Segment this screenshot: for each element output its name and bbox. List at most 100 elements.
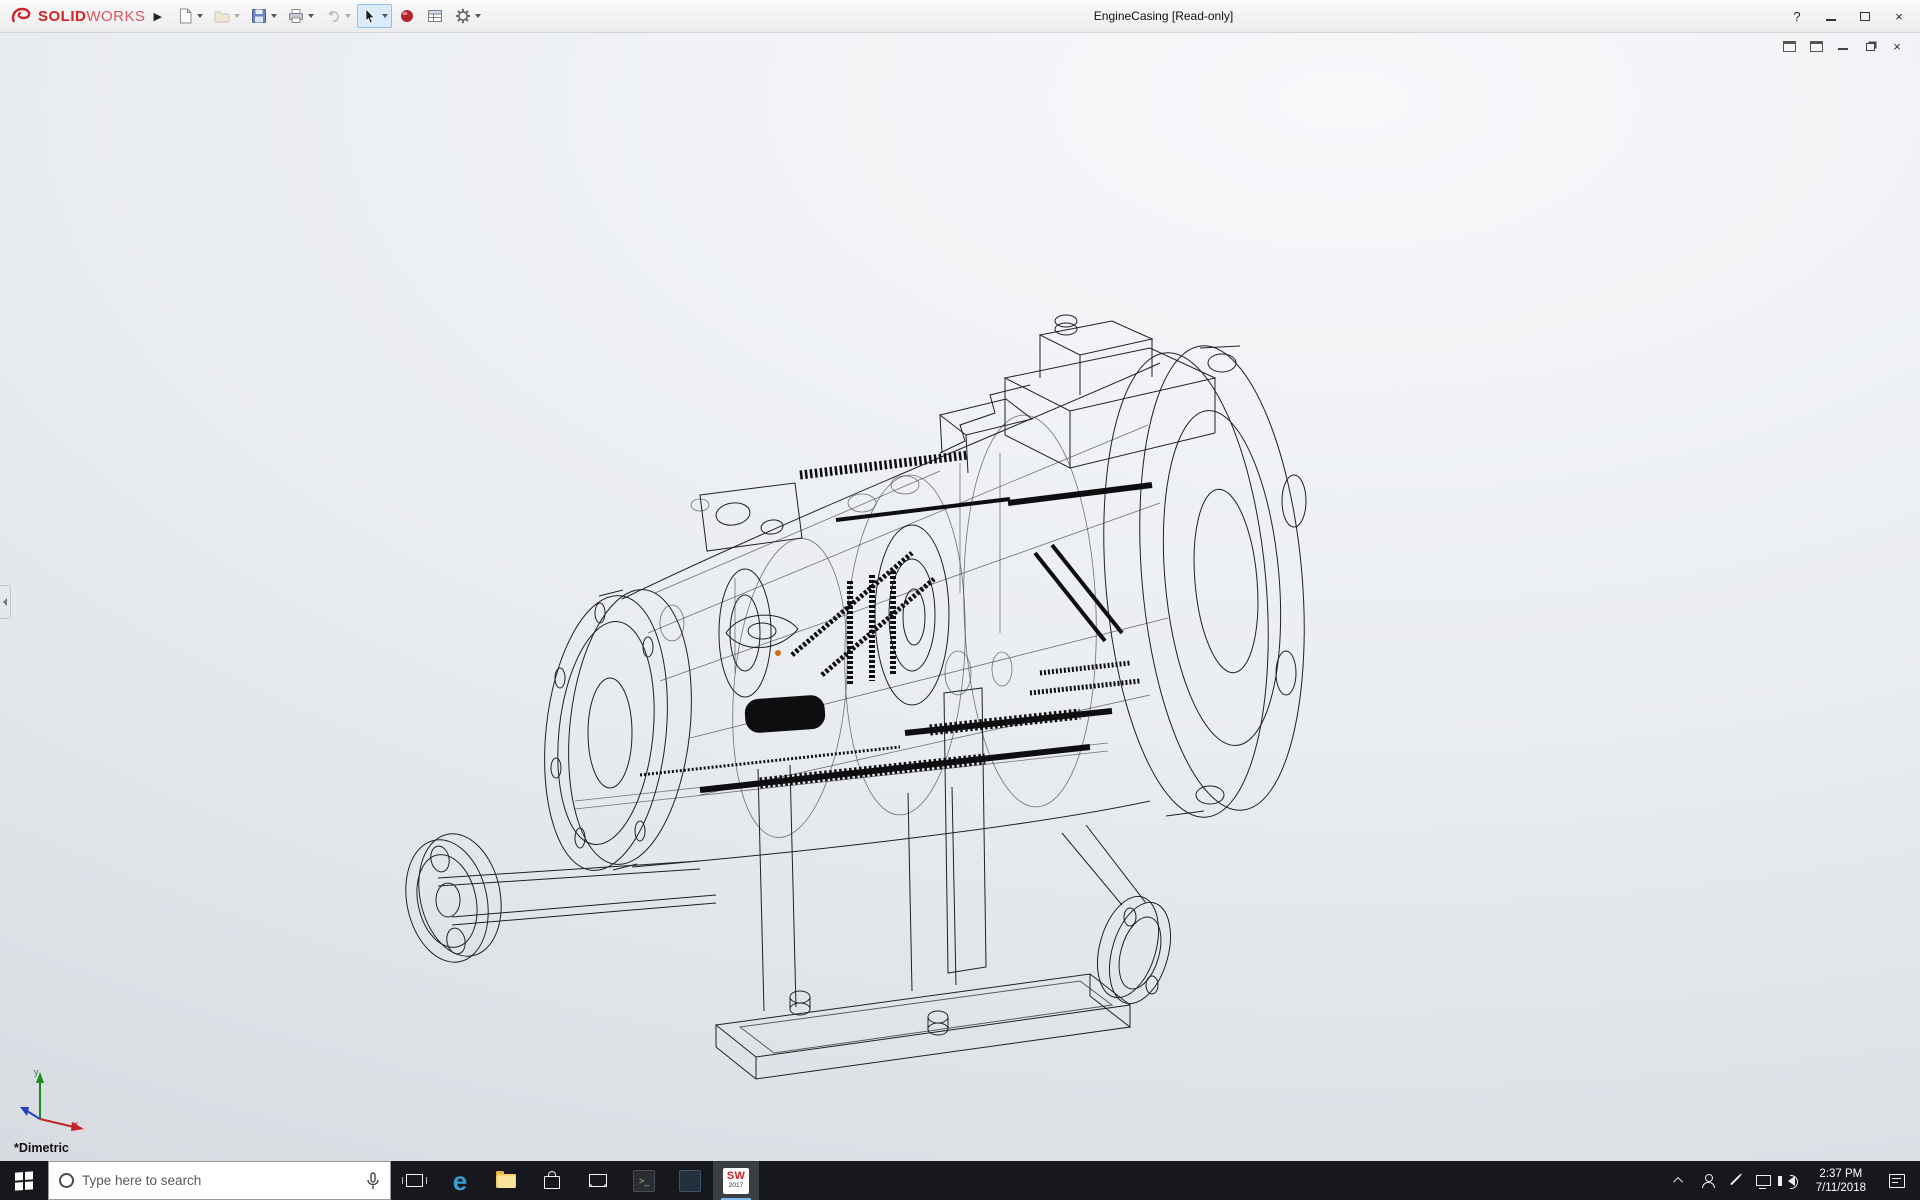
maximize-button[interactable] <box>1848 3 1882 31</box>
people-icon <box>1701 1174 1715 1188</box>
store-bag-icon <box>544 1176 560 1189</box>
search-input[interactable] <box>82 1173 358 1188</box>
rebuild-button[interactable] <box>394 4 420 28</box>
next-window-icon <box>1810 41 1823 52</box>
file-explorer-icon <box>496 1174 516 1188</box>
options-caret-icon <box>475 14 481 18</box>
options-gear-icon <box>454 7 472 25</box>
close-button[interactable]: × <box>1882 3 1916 31</box>
select-caret-icon <box>382 14 388 18</box>
tray-pen-button[interactable] <box>1724 1161 1748 1200</box>
menu-flyout-arrow[interactable]: ▶ <box>154 10 162 23</box>
save-floppy-icon <box>250 7 268 25</box>
edge-button[interactable]: e <box>437 1161 483 1200</box>
graphics-viewport[interactable]: × y x *Dimetric <box>0 33 1920 1161</box>
doc-next-window-button[interactable] <box>1807 38 1825 54</box>
document-window-controls: × <box>1780 38 1906 54</box>
task-view-button[interactable] <box>391 1161 437 1200</box>
doc-previous-window-button[interactable] <box>1780 38 1798 54</box>
help-button[interactable]: ? <box>1780 3 1814 31</box>
options-button[interactable] <box>450 4 485 28</box>
panel-collapse-tab[interactable] <box>0 585 11 619</box>
taskbar: e >_ SW 2017 2: <box>0 1161 1920 1200</box>
print-icon <box>287 7 305 25</box>
engine-wireframe-model <box>0 33 1920 1161</box>
pen-icon <box>1730 1175 1741 1186</box>
start-button[interactable] <box>0 1161 48 1200</box>
solidworks-year: 2017 <box>729 1183 743 1190</box>
open-folder-icon <box>213 7 231 25</box>
doc-minimize-icon <box>1838 43 1848 50</box>
action-center-icon <box>1889 1174 1905 1188</box>
chevron-up-icon <box>1673 1177 1683 1187</box>
triad-y-label: y <box>34 1067 39 1077</box>
clock-time: 2:37 PM <box>1816 1167 1866 1181</box>
doc-minimize-button[interactable] <box>1834 38 1852 54</box>
console-icon: >_ <box>633 1170 655 1192</box>
console-app-button[interactable]: >_ <box>621 1161 667 1200</box>
tray-volume-button[interactable] <box>1780 1161 1804 1200</box>
action-center-button[interactable] <box>1878 1161 1916 1200</box>
open-caret-icon <box>234 14 240 18</box>
undo-caret-icon <box>345 14 351 18</box>
file-properties-button[interactable] <box>422 4 448 28</box>
save-caret-icon <box>271 14 277 18</box>
solidworks-taskbar-button[interactable]: SW 2017 <box>713 1161 759 1200</box>
doc-restore-icon <box>1866 43 1875 51</box>
orientation-triad-icon <box>18 1067 108 1137</box>
mail-envelope-icon <box>589 1174 607 1187</box>
print-caret-icon <box>308 14 314 18</box>
rebuild-sphere-icon <box>398 7 416 25</box>
print-button[interactable] <box>283 4 318 28</box>
pinned-app-button[interactable] <box>667 1161 713 1200</box>
mail-button[interactable] <box>575 1161 621 1200</box>
pinned-app-icon <box>679 1170 701 1192</box>
view-orientation-label: *Dimetric <box>14 1141 69 1155</box>
properties-table-icon <box>426 7 444 25</box>
file-explorer-button[interactable] <box>483 1161 529 1200</box>
microphone-icon <box>366 1172 380 1190</box>
windows-logo-icon <box>15 1171 33 1190</box>
solidworks-letters: SW <box>727 1171 745 1182</box>
origin-marker <box>775 650 781 656</box>
task-view-icon <box>406 1174 423 1187</box>
new-document-button[interactable] <box>172 4 207 28</box>
solidworks-app-icon: SW 2017 <box>723 1168 749 1194</box>
doc-close-icon: × <box>1893 40 1901 53</box>
new-document-icon <box>176 7 194 25</box>
save-button[interactable] <box>246 4 281 28</box>
tray-people-button[interactable] <box>1696 1161 1720 1200</box>
volume-icon <box>1788 1176 1795 1186</box>
previous-window-icon <box>1783 41 1796 52</box>
select-tool-button[interactable] <box>357 4 392 28</box>
minimize-button[interactable] <box>1814 3 1848 31</box>
solidworks-brand: SOLIDWORKS <box>0 6 146 26</box>
document-title: EngineCasing [Read-only] <box>1094 9 1233 23</box>
undo-button[interactable] <box>320 4 355 28</box>
brand-works: WORKS <box>86 8 145 25</box>
clock-date: 7/11/2018 <box>1816 1181 1866 1195</box>
doc-close-button[interactable]: × <box>1888 38 1906 54</box>
taskbar-clock[interactable]: 2:37 PM 7/11/2018 <box>1808 1167 1874 1195</box>
minimize-icon <box>1826 13 1836 21</box>
show-hidden-icons-button[interactable] <box>1668 1161 1692 1200</box>
window-controls: ? × <box>1780 0 1916 33</box>
quick-toolbar <box>172 4 485 28</box>
network-icon <box>1756 1175 1771 1186</box>
undo-arrow-icon <box>324 7 342 25</box>
tray-network-button[interactable] <box>1752 1161 1776 1200</box>
ds-logo-icon <box>10 6 34 26</box>
system-tray: 2:37 PM 7/11/2018 <box>1668 1161 1920 1200</box>
edge-icon: e <box>453 1168 467 1194</box>
brand-solid: SOLID <box>38 8 86 25</box>
app-titlebar: SOLIDWORKS ▶ <box>0 0 1920 33</box>
doc-restore-button[interactable] <box>1861 38 1879 54</box>
open-button[interactable] <box>209 4 244 28</box>
store-button[interactable] <box>529 1161 575 1200</box>
brand-wordmark: SOLIDWORKS <box>38 8 146 25</box>
taskbar-search[interactable] <box>48 1161 391 1200</box>
triad-x-label: x <box>74 1119 79 1129</box>
new-document-caret-icon <box>197 14 203 18</box>
select-cursor-icon <box>361 7 379 25</box>
maximize-icon <box>1860 12 1870 21</box>
